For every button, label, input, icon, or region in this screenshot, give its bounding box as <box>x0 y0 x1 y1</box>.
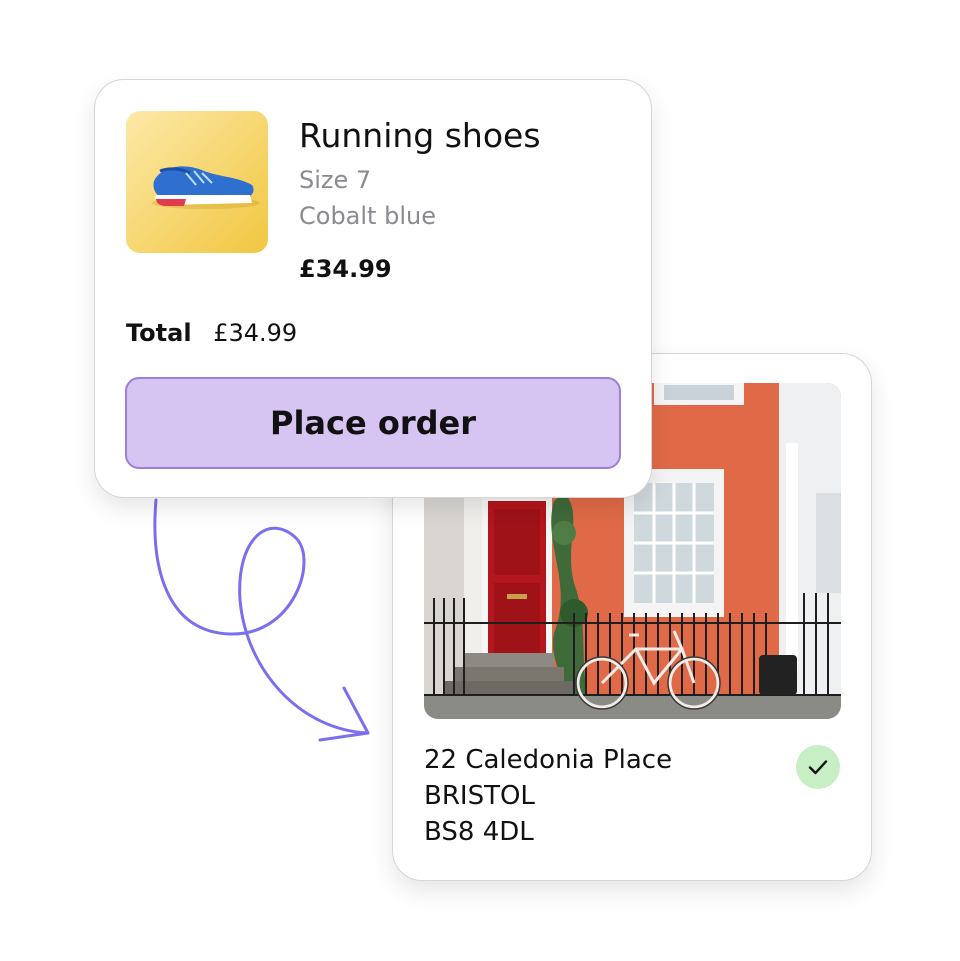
total-value: £34.99 <box>213 319 298 347</box>
product-name: Running shoes <box>299 116 541 155</box>
order-card: Running shoes Size 7 Cobalt blue £34.99 … <box>94 79 652 498</box>
product-price: £34.99 <box>299 255 392 283</box>
running-shoe-image <box>126 111 268 253</box>
place-order-button[interactable]: Place order <box>125 377 621 469</box>
product-size: Size 7 <box>299 166 372 194</box>
total-row: Total £34.99 <box>126 319 297 347</box>
product-color: Cobalt blue <box>299 202 436 230</box>
total-label: Total <box>126 319 192 347</box>
